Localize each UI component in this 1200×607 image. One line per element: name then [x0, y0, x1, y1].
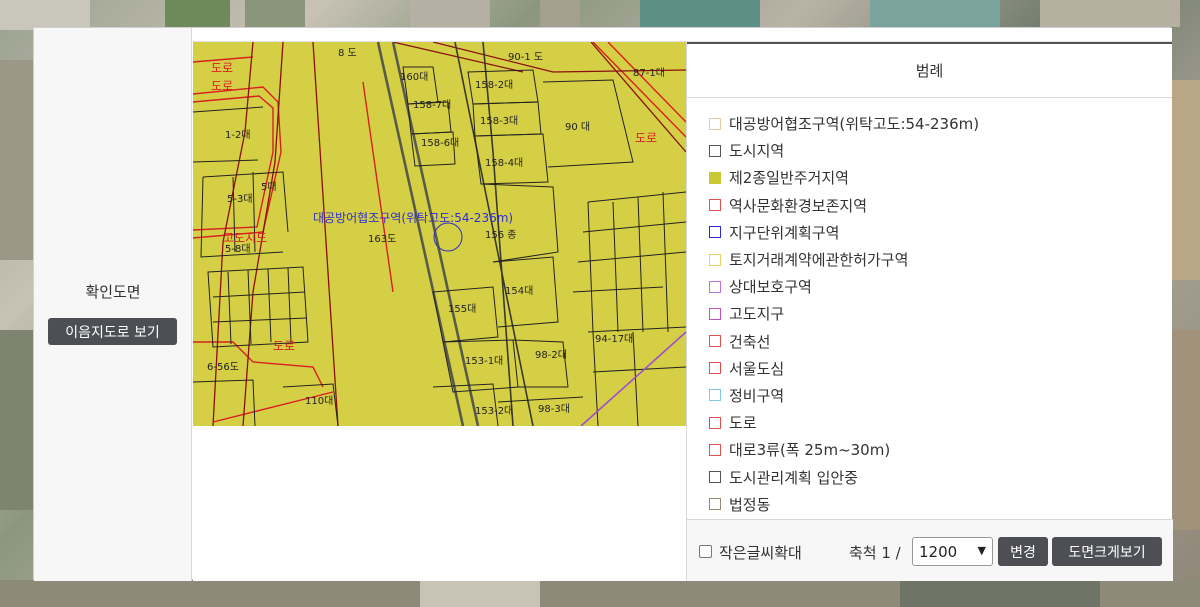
enlarge-map-button[interactable]: 도면크게보기 — [1052, 537, 1162, 566]
legend-list: 대공방어협조구역(위탁고도:54-236m) 도시지역 제2종일반주거지역 역사… — [687, 98, 1172, 518]
legend-swatch-icon — [709, 117, 721, 130]
parcel-label: 8 도 — [338, 48, 357, 59]
legend-swatch-icon — [709, 443, 721, 456]
view-in-eum-map-button[interactable]: 이음지도로 보기 — [48, 318, 177, 345]
legend-item: 도시관리계획 입안중 — [709, 463, 1172, 490]
legend-swatch-icon — [709, 199, 721, 212]
legend-swatch-icon — [709, 416, 721, 429]
legend-item: 도로 — [709, 409, 1172, 436]
map-info-panel: 확인도면 이음지도로 보기 대공방어협조구역(위탁고도:54-236m) 8 도… — [33, 27, 1173, 581]
legend-swatch-icon — [709, 226, 721, 239]
road-label: 도로 — [635, 131, 657, 145]
parcel-label: 90 대 — [565, 121, 590, 133]
parcel-label: 158-2대 — [475, 79, 513, 91]
legend-title: 범례 — [687, 42, 1172, 98]
small-text-label[interactable]: 작은글씨확대 — [719, 542, 802, 563]
legend-swatch-icon — [709, 389, 721, 402]
legend-item: 상대보호구역 — [709, 273, 1172, 300]
parcel-label: 154대 — [505, 285, 533, 297]
parcel-label: 1-2대 — [225, 129, 251, 141]
zone-label: 대공방어협조구역(위탁고도:54-236m) — [313, 211, 513, 225]
parcel-label: 98-3대 — [538, 403, 570, 415]
confirm-map-title: 확인도면 — [85, 283, 141, 301]
scale-label: 축척 1 / — [849, 544, 901, 562]
legend-item: 건축선 — [709, 328, 1172, 355]
parcel-label: 160대 — [400, 71, 428, 83]
parcel-label: 153-2대 — [475, 405, 513, 417]
legend-item: 고도지구 — [709, 300, 1172, 327]
change-scale-button[interactable]: 변경 — [998, 537, 1048, 566]
legend-item: 토지거래계약에관한허가구역 — [709, 246, 1172, 273]
parcel-label: 158-4대 — [485, 157, 523, 169]
legend-swatch-icon — [709, 498, 721, 511]
map-blank-area — [193, 426, 686, 581]
legend-item: 역사문화환경보존지역 — [709, 192, 1172, 219]
scale-select[interactable]: 1200 ▼ — [912, 537, 993, 566]
legend-swatch-icon — [709, 335, 721, 348]
parcel-label: 163도 — [368, 234, 396, 245]
legend-swatch-icon — [709, 280, 721, 293]
parcel-label: 158-7대 — [413, 99, 451, 111]
legend-swatch-icon — [709, 362, 721, 375]
legend-swatch-icon — [709, 307, 721, 320]
chevron-down-icon: ▼ — [977, 544, 986, 557]
legend-footer: 작은글씨확대 축척 1 / 1200 ▼ 변경 도면크게보기 — [687, 519, 1173, 581]
legend-item: 법정동 — [709, 491, 1172, 518]
road-label: 도로 — [273, 339, 295, 353]
legend-item: 제2종일반주거지역 — [709, 164, 1172, 191]
road-label: 도로 — [211, 79, 233, 93]
legend-swatch-icon — [709, 253, 721, 266]
legend-swatch-icon — [709, 471, 721, 484]
left-column: 확인도면 이음지도로 보기 — [34, 28, 192, 581]
road-label: 고도지도 — [223, 231, 267, 245]
scale-value: 1200 — [919, 543, 958, 561]
legend-item: 서울도심 — [709, 355, 1172, 382]
cadastral-map[interactable]: 대공방어협조구역(위탁고도:54-236m) 8 도 90-1 도 87-1대 … — [193, 42, 686, 426]
legend-panel: 범례 대공방어협조구역(위탁고도:54-236m) 도시지역 제2종일반주거지역… — [686, 42, 1173, 581]
parcel-label: 98-2대 — [535, 349, 567, 361]
legend-item: 대로3류(폭 25m~30m) — [709, 436, 1172, 463]
legend-swatch-icon — [709, 171, 721, 184]
parcel-label: 156 종 — [485, 229, 516, 241]
legend-item: 대공방어협조구역(위탁고도:54-236m) — [709, 110, 1172, 137]
parcel-label: 5-3대 — [227, 193, 253, 205]
parcel-label: 5대 — [261, 181, 277, 193]
parcel-label: 110대 — [305, 395, 333, 407]
parcel-label: 155대 — [448, 303, 476, 315]
parcel-label: 6-56도 — [207, 362, 239, 373]
parcel-label: 153-1대 — [465, 355, 503, 367]
legend-swatch-icon — [709, 144, 721, 157]
legend-item: 지구단위계획구역 — [709, 219, 1172, 246]
parcel-label: 158-3대 — [480, 115, 518, 127]
parcel-label: 87-1대 — [633, 67, 665, 79]
legend-item: 정비구역 — [709, 382, 1172, 409]
panel-top-strip — [34, 28, 1172, 42]
small-text-checkbox[interactable] — [699, 545, 712, 558]
road-label: 도로 — [211, 61, 233, 75]
parcel-label: 158-6대 — [421, 137, 459, 149]
legend-item: 도시지역 — [709, 137, 1172, 164]
parcel-label: 94-17대 — [595, 333, 633, 345]
parcel-label: 90-1 도 — [508, 52, 543, 63]
cadastral-map-drawing: 대공방어협조구역(위탁고도:54-236m) 8 도 90-1 도 87-1대 … — [193, 42, 686, 426]
